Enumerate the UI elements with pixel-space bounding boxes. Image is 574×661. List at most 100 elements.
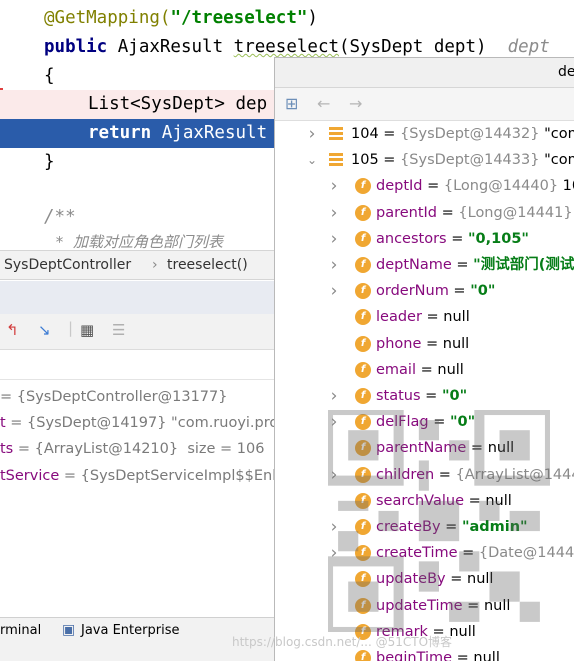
trace-icon[interactable]: ☰	[112, 320, 125, 340]
node-name: parentId	[376, 204, 438, 221]
node-text: email = null	[376, 357, 464, 383]
node-equals: =	[451, 257, 474, 273]
object-icon	[329, 127, 343, 141]
debugger-toolbar: ↰ ↘ | ▦ ☰	[0, 314, 274, 350]
qr-code-watermark	[328, 410, 550, 632]
node-text: deptId = {Long@14440} 10	[376, 173, 574, 199]
variables-list: = {SysDeptController@13177} t = {SysDept…	[0, 381, 282, 601]
tab-java-enterprise[interactable]: Java Enterprise	[81, 623, 179, 638]
node-equals: =	[416, 361, 438, 378]
node-text: deptName = "测试部门(测试	[376, 252, 574, 278]
field-node[interactable]: › f status = "0"	[275, 383, 574, 409]
popup-title-bar[interactable]: de	[275, 58, 574, 88]
field-icon: f	[355, 650, 371, 661]
collapsed-chevron-icon[interactable]: ›	[327, 173, 341, 199]
hierarchy-icon[interactable]: ⊞	[285, 94, 298, 114]
node-name: 105	[351, 152, 379, 169]
field-node[interactable]: › f deptName = "测试部门(测试	[275, 252, 574, 278]
node-equals: =	[452, 650, 474, 661]
javadoc-open: /**	[44, 207, 76, 227]
evaluate-table-icon[interactable]: ▦	[80, 320, 94, 340]
node-value: "0"	[441, 388, 468, 404]
field-node[interactable]: f phone = null	[275, 331, 574, 357]
annotation-text: @GetMapping(	[44, 8, 171, 28]
field-node[interactable]: ›fdeptId = {Long@14440} 10	[275, 173, 574, 199]
collapsed-chevron-icon[interactable]: ›	[305, 121, 319, 147]
tree-node[interactable]: › 104 = {SysDept@14432} "com.	[275, 121, 574, 147]
node-value: null	[443, 309, 470, 326]
node-equals: =	[378, 126, 401, 142]
node-text: status = "0"	[376, 383, 467, 409]
signature-args: (SysDept dept)	[339, 37, 487, 57]
breadcrumb-method[interactable]: treeselect()	[167, 257, 248, 273]
field-node[interactable]: › f ancestors = "0,105"	[275, 226, 574, 252]
method-name: treeselect	[233, 37, 340, 57]
debugger-header	[0, 281, 274, 314]
return-statement: AjaxResult	[151, 123, 268, 143]
collapsed-chevron-icon[interactable]: ›	[327, 278, 341, 304]
field-node[interactable]: f leader = null	[275, 304, 574, 330]
node-equals: =	[446, 230, 468, 247]
variable-row[interactable]: = {SysDeptController@13177}	[0, 384, 227, 410]
node-text: 104 = {SysDept@14432} "com.	[351, 121, 574, 147]
node-value: "0"	[470, 283, 496, 300]
expanded-chevron-icon[interactable]: ⌄	[305, 147, 319, 173]
node-name: status	[376, 388, 421, 404]
node-equals: =	[422, 178, 444, 195]
field-icon: f	[355, 230, 371, 247]
node-type: {Long@14440}	[443, 178, 559, 195]
keyword-public: public	[44, 37, 108, 57]
node-value: "com.	[544, 152, 574, 169]
field-icon: f	[355, 178, 371, 195]
breadcrumb-class[interactable]: SysDeptController	[4, 257, 131, 273]
variable-row[interactable]: tService = {SysDeptServiceImpl$$Enh	[0, 463, 281, 489]
variable-row[interactable]: t = {SysDept@14197} "com.ruoyi.proj	[0, 410, 282, 436]
field-node[interactable]: f email = null	[275, 357, 574, 383]
node-text: parentId = {Long@14441} 1	[376, 200, 574, 226]
node-value: "测试部门(测试	[473, 257, 574, 273]
node-name: leader	[376, 309, 422, 326]
annotation-close: )	[307, 8, 318, 28]
node-equals: =	[421, 335, 443, 352]
field-node[interactable]: › f parentId = {Long@14441} 1	[275, 200, 574, 226]
node-text: ancestors = "0,105"	[376, 226, 529, 252]
open-brace: {	[44, 66, 55, 86]
node-type: {Long@14441}	[458, 204, 573, 221]
collapsed-chevron-icon[interactable]: ›	[327, 252, 341, 278]
variable-row[interactable]: ts = {ArrayList@14210} size = 106	[0, 436, 264, 462]
object-icon	[329, 153, 343, 167]
back-arrow-icon[interactable]: ←	[317, 94, 330, 114]
field-icon: f	[355, 309, 371, 326]
code-line-annotation[interactable]: @GetMapping("/treeselect")	[0, 4, 574, 33]
collapsed-chevron-icon[interactable]: ›	[327, 226, 341, 252]
node-name: 104	[351, 126, 379, 142]
node-value: 10	[562, 178, 574, 195]
node-value: "com.	[544, 126, 574, 142]
tab-terminal[interactable]: rminal	[0, 623, 41, 638]
node-equals: =	[421, 309, 444, 326]
popup-title: de	[558, 64, 574, 80]
forward-arrow-icon[interactable]: →	[349, 94, 362, 114]
drop-frame-icon[interactable]: ↰	[6, 320, 19, 340]
breadcrumb-separator: ›	[152, 257, 158, 273]
field-node[interactable]: › f orderNum = "0"	[275, 278, 574, 304]
collapsed-chevron-icon[interactable]: ›	[327, 383, 341, 409]
frames-row	[0, 350, 274, 380]
node-name: ancestors	[376, 230, 447, 247]
node-equals: =	[448, 283, 471, 300]
step-into-icon[interactable]: ↘	[38, 320, 51, 340]
node-text: phone = null	[376, 331, 469, 357]
node-type: {SysDept@14433}	[400, 152, 540, 169]
toolbar-divider: |	[68, 319, 74, 337]
field-icon: f	[355, 388, 371, 404]
node-name: deptId	[376, 178, 423, 195]
node-name: phone	[376, 335, 422, 352]
popup-toolbar: ⊞ ← →	[275, 88, 574, 121]
node-text: 105 = {SysDept@14433} "com.	[351, 147, 574, 173]
field-icon: f	[355, 257, 371, 273]
field-icon: f	[355, 283, 371, 300]
tree-node[interactable]: ⌄ 105 = {SysDept@14433} "com.	[275, 147, 574, 173]
node-text: leader = null	[376, 304, 470, 330]
node-name: email	[376, 361, 416, 378]
collapsed-chevron-icon[interactable]: ›	[327, 200, 341, 226]
